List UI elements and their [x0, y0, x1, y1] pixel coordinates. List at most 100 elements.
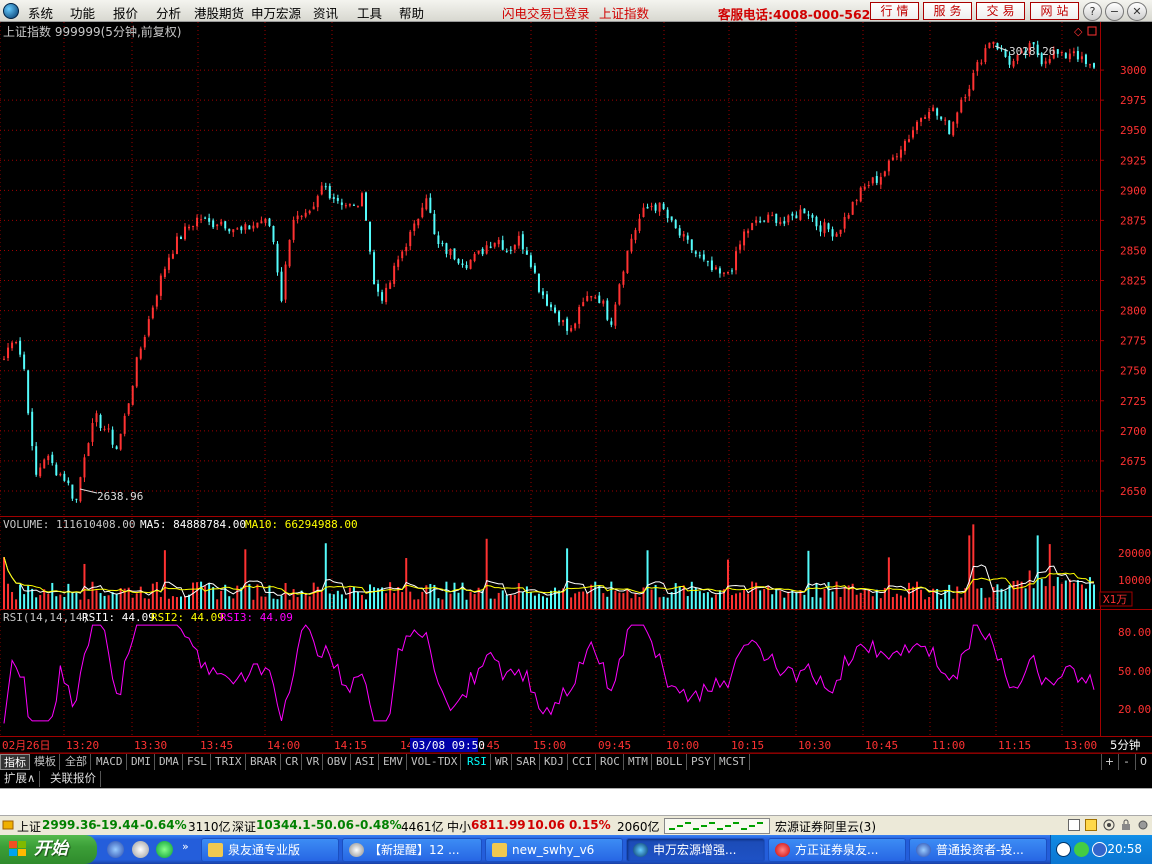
menu-tools[interactable]: 工具	[357, 3, 382, 22]
candle-body	[288, 239, 291, 267]
volume-bar	[501, 590, 504, 609]
sme-index-pct: 0.15%	[569, 818, 611, 832]
quotes-button[interactable]: 行情	[870, 2, 919, 20]
ie-quicklaunch-icon[interactable]	[107, 841, 124, 858]
sh-index-label[interactable]: 上证	[17, 818, 41, 835]
price-axis-label: 2875	[1120, 214, 1147, 227]
diamond-icon[interactable]: ◇	[1074, 25, 1083, 38]
menu-analysis[interactable]: 分析	[156, 3, 181, 22]
task-investor[interactable]: 普通投资者-投...	[909, 838, 1047, 862]
panel-borders	[0, 22, 1152, 753]
indicator-tab--[interactable]: 模板	[31, 754, 60, 770]
app-logo-icon[interactable]	[3, 3, 19, 19]
bell-icon[interactable]	[1085, 819, 1097, 831]
indicator-tab-mcst[interactable]: MCST	[716, 754, 750, 770]
taskbar-clock[interactable]: 20:58	[1107, 842, 1142, 856]
indicator-tab-rsi[interactable]: RSI	[464, 754, 491, 770]
menu-help[interactable]: 帮助	[399, 3, 424, 22]
kline-chart-svg[interactable]: 3000 2975 2950 2925 2900 2875 2850 2825 2800 2775…	[0, 22, 1152, 753]
tray-shield-icon[interactable]	[1092, 842, 1107, 857]
menu-function[interactable]: 功能	[70, 3, 95, 22]
help-window-button[interactable]: ?	[1083, 2, 1102, 21]
period-label[interactable]: 5分钟	[1110, 738, 1140, 752]
candle-body	[465, 264, 468, 269]
start-button[interactable]: 开始	[0, 835, 97, 864]
panel-toggle-icon[interactable]	[1068, 819, 1080, 831]
indicator-tab-trix[interactable]: TRIX	[212, 754, 246, 770]
sh-index-link[interactable]: 上证指数	[599, 3, 649, 22]
indicator-tab-vol-tdx[interactable]: VOL-TDX	[408, 754, 462, 770]
kline-chart-area[interactable]: 3000 2975 2950 2925 2900 2875 2850 2825 2800 2775…	[0, 22, 1152, 753]
trade-button[interactable]: 交易	[976, 2, 1025, 20]
candlestick-series[interactable]	[3, 40, 1095, 503]
lock-icon[interactable]	[1120, 819, 1132, 831]
indicator-tab-mtm[interactable]: MTM	[625, 754, 652, 770]
candle-body	[99, 414, 102, 429]
show-desktop-icon[interactable]	[132, 841, 149, 858]
indicator-tab-dma[interactable]: DMA	[156, 754, 183, 770]
indicator-tab-boll[interactable]: BOLL	[653, 754, 687, 770]
indicator-tab-dmi[interactable]: DMI	[128, 754, 155, 770]
website-button[interactable]: 网站	[1030, 2, 1079, 20]
flash-trade-login-link[interactable]: 闪电交易已登录	[502, 3, 590, 22]
quicklaunch-more-icon[interactable]: »	[182, 840, 189, 853]
volume-bar	[521, 592, 524, 609]
panel-maximize-icon[interactable]	[1087, 26, 1097, 36]
task-new-swhy[interactable]: new_swhy_v6	[485, 838, 623, 862]
menu-hk-futures[interactable]: 港股期货	[194, 3, 244, 22]
indicator-tab-roc[interactable]: ROC	[597, 754, 624, 770]
indicator-tab-brar[interactable]: BRAR	[247, 754, 281, 770]
expand-tab[interactable]: 扩展∧	[0, 771, 41, 787]
indicator-tab-sar[interactable]: SAR	[513, 754, 540, 770]
indicator-tab--[interactable]: 全部	[62, 754, 91, 770]
related-quote-tab[interactable]: 关联报价	[46, 771, 101, 787]
volume-bar-series[interactable]	[3, 524, 1095, 609]
candle-body	[976, 62, 979, 72]
candle-body	[863, 186, 866, 190]
browser-quicklaunch-icon[interactable]	[156, 841, 173, 858]
task-swhy-enhanced[interactable]: 申万宏源增强...	[626, 838, 765, 862]
settings-icon[interactable]	[1137, 819, 1149, 831]
tab-control-minus-button[interactable]: -	[1118, 754, 1134, 770]
menu-system[interactable]: 系统	[28, 3, 53, 22]
breadth-tick	[757, 822, 763, 824]
indicator-tab-cci[interactable]: CCI	[569, 754, 596, 770]
service-button[interactable]: 服务	[923, 2, 972, 20]
tray-back-icon[interactable]	[1056, 842, 1071, 857]
minimize-button[interactable]: −	[1105, 2, 1124, 21]
menu-news[interactable]: 资讯	[313, 3, 338, 22]
candle-body	[43, 459, 46, 469]
status-alert-icon[interactable]	[2, 819, 14, 831]
candle-body	[87, 443, 90, 457]
indicator-tab--[interactable]: 指标	[0, 754, 30, 770]
menu-quote[interactable]: 报价	[113, 3, 138, 22]
volume-bar	[968, 535, 971, 609]
candle-body	[256, 222, 259, 228]
sme-index-label[interactable]: 中小	[447, 818, 471, 835]
close-button[interactable]: ✕	[1127, 2, 1147, 21]
indicator-tab-macd[interactable]: MACD	[93, 754, 127, 770]
indicator-tab-vr[interactable]: VR	[303, 754, 324, 770]
indicator-tab-fsl[interactable]: FSL	[184, 754, 211, 770]
menu-swhy[interactable]: 申万宏源	[251, 3, 301, 22]
task-quanyoutong[interactable]: 泉友通专业版	[201, 838, 339, 862]
indicator-tab-asi[interactable]: ASI	[352, 754, 379, 770]
tray-network-icon[interactable]	[1074, 842, 1089, 857]
radio-icon[interactable]	[1103, 819, 1115, 831]
indicator-tab-psy[interactable]: PSY	[688, 754, 715, 770]
time-axis-label: 13:45	[200, 739, 233, 752]
indicator-tab-cr[interactable]: CR	[282, 754, 303, 770]
price-axis-label: 2650	[1120, 485, 1147, 498]
volume-bar	[268, 585, 271, 609]
candle-body	[493, 242, 496, 247]
indicator-tab-kdj[interactable]: KDJ	[541, 754, 568, 770]
indicator-tab-emv[interactable]: EMV	[380, 754, 407, 770]
task-new-reminder[interactable]: 【新提醒】12 ...	[342, 838, 482, 862]
tab-control-zero-button[interactable]: 0	[1135, 754, 1151, 770]
indicator-tab-wr[interactable]: WR	[492, 754, 513, 770]
tab-control-plus-button[interactable]: +	[1101, 754, 1117, 770]
sz-index-label[interactable]: 深证	[232, 818, 256, 835]
task-founder-securities[interactable]: 方正证券泉友...	[768, 838, 906, 862]
indicator-tab-obv[interactable]: OBV	[324, 754, 351, 770]
server-name[interactable]: 宏源证券阿里云(3)	[775, 818, 876, 835]
